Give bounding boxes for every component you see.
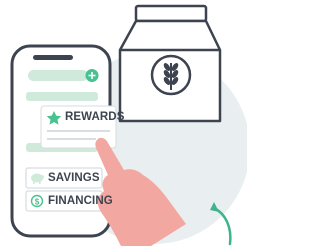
illustration-canvas: $ <box>10 4 247 246</box>
phone-search-bar[interactable] <box>28 70 88 81</box>
plus-icon[interactable] <box>85 69 99 82</box>
savings-label: SAVINGS <box>48 172 100 184</box>
financing-label: FINANCING <box>48 195 113 207</box>
phone-speaker <box>33 55 73 60</box>
rewards-label: REWARDS <box>65 111 125 123</box>
svg-text:$: $ <box>35 198 40 207</box>
content-strip <box>26 92 98 101</box>
illustration: $ REWARDS SAVINGS FINANCING <box>0 0 247 246</box>
